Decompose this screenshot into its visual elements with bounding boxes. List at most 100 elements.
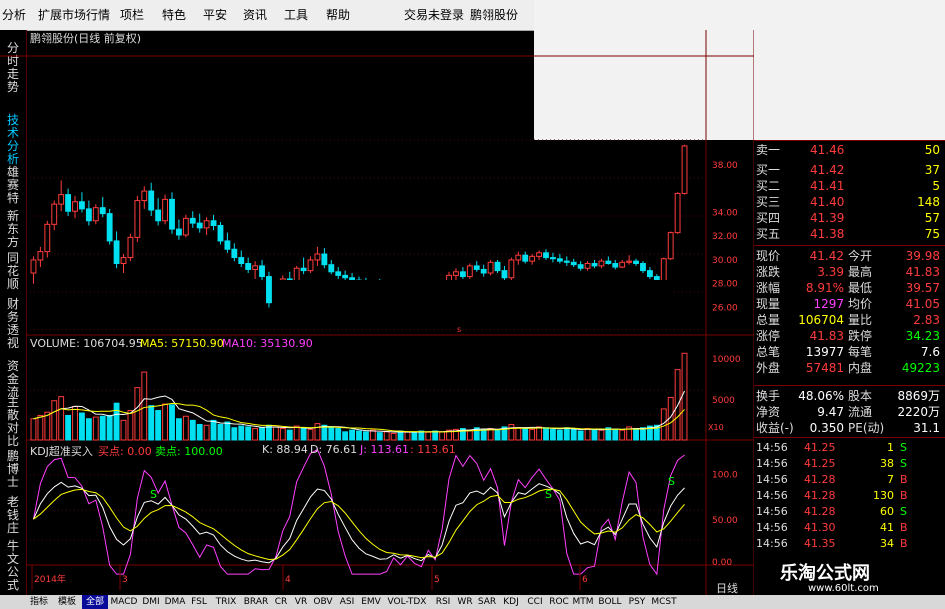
panel-divider — [754, 437, 945, 438]
indicator-tab[interactable]: OBV — [312, 595, 334, 609]
volume-bar — [65, 414, 72, 441]
price-tick-label: 34.00 — [712, 208, 738, 218]
order-label: 买一 — [756, 163, 781, 177]
tick-side: S — [900, 505, 907, 518]
indicator-tab[interactable]: 指标 — [26, 595, 52, 609]
volume-bar — [383, 431, 390, 441]
candle-body — [619, 261, 626, 268]
indicator-tab[interactable]: SAR — [476, 595, 498, 609]
order-price: 41.42 — [810, 163, 845, 177]
volume-bar — [217, 423, 224, 441]
tick-time: 14:56 — [756, 521, 788, 534]
menu-item[interactable]: 交易未登录 — [404, 0, 464, 30]
volume-bar — [162, 403, 168, 441]
indicator-tab[interactable]: PSY — [626, 595, 648, 609]
candle-body — [217, 225, 224, 242]
indicator-tab[interactable]: MCST — [650, 595, 678, 609]
candle-body — [120, 257, 127, 264]
tick-time: 14:56 — [756, 457, 788, 470]
candle-body — [473, 265, 480, 270]
volume-bar — [189, 419, 196, 441]
candle-body — [508, 259, 515, 279]
volume-bar — [328, 426, 335, 441]
price-tick-label: 26.00 — [712, 303, 738, 313]
candle-body — [584, 263, 591, 269]
volume-bar — [252, 428, 259, 441]
candle-body — [99, 207, 106, 215]
stat-label: 跌停 — [848, 329, 873, 343]
menu-item[interactable]: 平安 — [203, 0, 227, 30]
candle-body — [266, 276, 272, 304]
stat-value: 41.83 — [809, 329, 844, 343]
tick-row: 14:56 41.30 41 B — [756, 520, 940, 535]
indicator-tab[interactable]: EMV — [360, 595, 382, 609]
indicator-tab[interactable]: ROC — [548, 595, 570, 609]
candle-body — [640, 263, 646, 272]
indicator-tab[interactable]: ASI — [336, 595, 358, 609]
candle-body — [231, 248, 238, 259]
volume-bar — [307, 428, 314, 441]
stat-label: 涨跌 — [756, 265, 781, 279]
menu-item[interactable]: 项栏 — [120, 0, 144, 30]
volume-legend-vol: VOLUME: 106704.95 — [30, 337, 143, 350]
indicator-tab[interactable]: VOL-TDX — [384, 595, 430, 609]
volume-bar — [175, 418, 182, 441]
stat-label: 最高 — [848, 265, 873, 279]
indicator-tab[interactable]: CCI — [524, 595, 546, 609]
indicator-tab[interactable]: MTM — [572, 595, 594, 609]
volume-bar — [529, 428, 536, 441]
menu-item[interactable]: 鹏翎股份 — [470, 0, 518, 30]
volume-bar — [134, 387, 141, 441]
menu-item[interactable]: 帮助 — [326, 0, 350, 30]
tick-row: 14:56 41.28 7 B — [756, 472, 940, 487]
indicator-tab[interactable]: TRIX — [212, 595, 240, 609]
candle-body — [494, 261, 501, 272]
indicator-tab[interactable]: FSL — [188, 595, 210, 609]
period-label: 日线 — [716, 582, 738, 595]
indicator-tab[interactable]: WR — [456, 595, 474, 609]
indicator-tab[interactable]: DMA — [164, 595, 186, 609]
tick-time: 14:56 — [756, 505, 788, 518]
stat-label: 总量 — [756, 313, 781, 327]
date-tick-label: 4 — [285, 575, 291, 585]
tick-time: 14:56 — [756, 537, 788, 550]
volume-bar — [494, 429, 501, 441]
candle-body — [681, 145, 688, 194]
indicator-tab[interactable]: MACD — [110, 595, 138, 609]
candle-body — [480, 268, 487, 274]
menu-bar: 分析 扩展市场行情 项栏 特色 平安 资讯 工具 帮助 交易未登录 鹏翎股份 — [0, 0, 534, 31]
menu-item[interactable]: 扩展市场行情 — [38, 0, 110, 30]
candle-body — [134, 200, 141, 238]
candle-body — [612, 263, 619, 268]
fund-label: 换手 — [756, 389, 781, 403]
candle-body — [106, 213, 113, 242]
indicator-tab[interactable]: CR — [272, 595, 290, 609]
kline-chart[interactable]: s S SS 38.0034.0032.0030.0028.0026.001000… — [0, 30, 754, 595]
indicator-tab[interactable]: DMI — [140, 595, 162, 609]
indicator-tab[interactable]: 模板 — [54, 595, 80, 609]
candle-body — [85, 208, 92, 222]
order-label: 买四 — [756, 211, 781, 225]
menu-item[interactable]: 分析 — [2, 0, 26, 30]
indicator-tab[interactable]: 全部 — [82, 595, 108, 609]
menu-item[interactable]: 资讯 — [243, 0, 267, 30]
candle-body — [536, 252, 543, 257]
indicator-tab[interactable]: BOLL — [596, 595, 624, 609]
menu-item[interactable]: 工具 — [284, 0, 308, 30]
indicator-tab[interactable]: VR — [292, 595, 310, 609]
indicator-tab[interactable]: RSI — [432, 595, 454, 609]
candle-body — [605, 260, 612, 264]
indicator-tab[interactable]: KDJ — [500, 595, 522, 609]
indicator-tab[interactable]: BRAR — [242, 595, 270, 609]
quote-row: 收益(-) 0.350 PE(动) 31.1 — [756, 420, 940, 436]
price-marker: s — [457, 325, 461, 334]
candle-body — [58, 194, 65, 205]
menu-item[interactable]: 特色 — [162, 0, 186, 30]
volume-bar — [182, 415, 189, 441]
order-volume: 37 — [924, 163, 940, 177]
tick-time: 14:56 — [756, 489, 788, 502]
volume-bar — [570, 428, 577, 441]
price-tick-label: 30.00 — [712, 256, 738, 266]
fund-label: 净资 — [756, 405, 781, 419]
volume-bar — [30, 418, 37, 441]
